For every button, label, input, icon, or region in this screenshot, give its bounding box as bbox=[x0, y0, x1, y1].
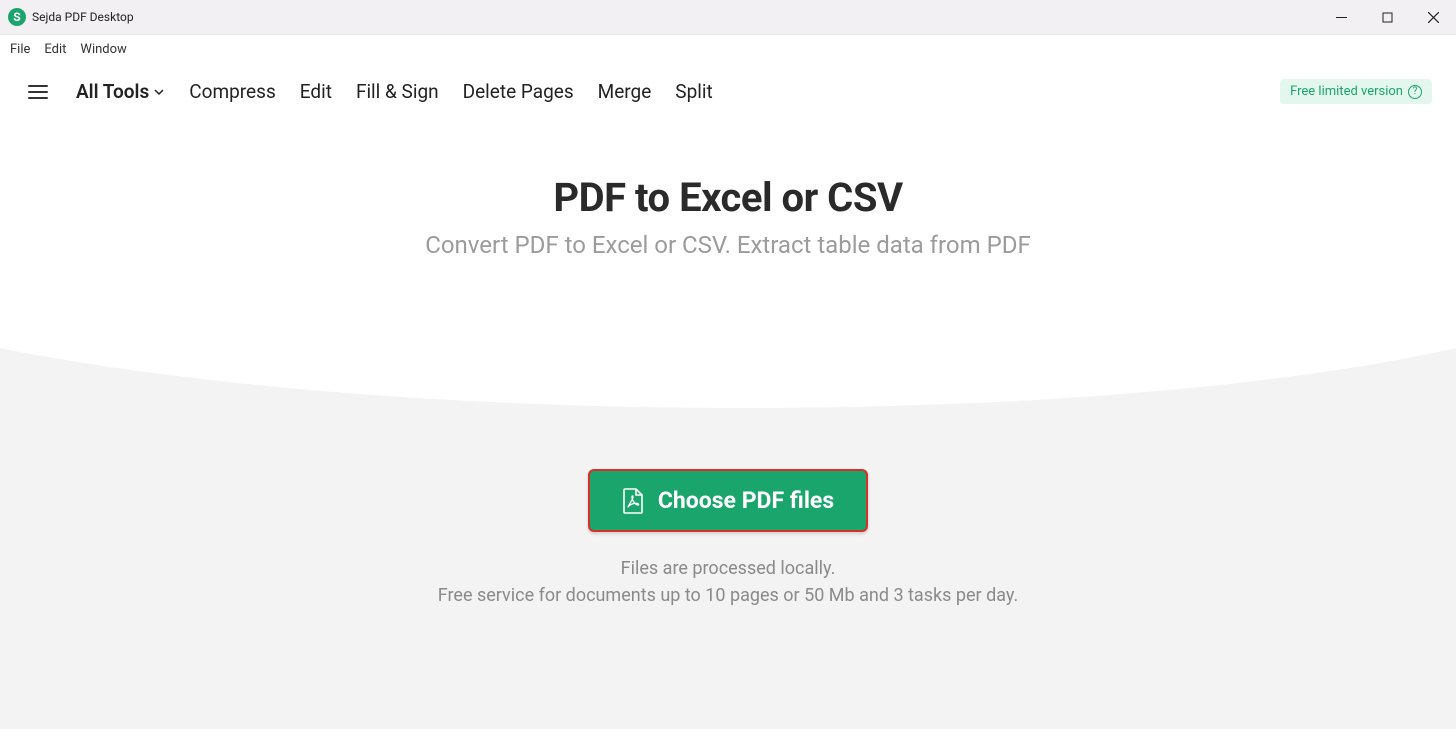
maximize-button[interactable] bbox=[1364, 0, 1410, 35]
cta-area: Choose PDF files Files are processed loc… bbox=[0, 319, 1456, 606]
chevron-down-icon bbox=[153, 86, 165, 98]
page-title: PDF to Excel or CSV bbox=[0, 174, 1456, 221]
titlebar-left: S Sejda PDF Desktop bbox=[8, 8, 134, 26]
toolbar-left: All Tools Compress Edit Fill & Sign Dele… bbox=[24, 80, 713, 103]
page-subtitle: Convert PDF to Excel or CSV. Extract tab… bbox=[0, 231, 1456, 259]
choose-files-button[interactable]: Choose PDF files bbox=[588, 469, 868, 532]
menubar: File Edit Window bbox=[0, 35, 1456, 63]
version-badge[interactable]: Free limited version ? bbox=[1280, 79, 1432, 104]
main-content: PDF to Excel or CSV Convert PDF to Excel… bbox=[0, 174, 1456, 729]
nav-merge[interactable]: Merge bbox=[598, 80, 652, 103]
info-line-2: Free service for documents up to 10 page… bbox=[0, 585, 1456, 606]
titlebar: S Sejda PDF Desktop bbox=[0, 0, 1456, 35]
menu-edit[interactable]: Edit bbox=[44, 42, 66, 57]
choose-files-label: Choose PDF files bbox=[658, 487, 834, 514]
minimize-icon bbox=[1336, 12, 1347, 23]
hamburger-button[interactable] bbox=[24, 81, 52, 103]
file-pdf-icon bbox=[622, 488, 644, 514]
app-logo-letter: S bbox=[13, 10, 20, 24]
close-button[interactable] bbox=[1410, 0, 1456, 35]
toolbar: All Tools Compress Edit Fill & Sign Dele… bbox=[0, 63, 1456, 128]
version-badge-label: Free limited version bbox=[1290, 84, 1403, 99]
nav-edit[interactable]: Edit bbox=[300, 80, 332, 103]
hero-area: Choose PDF files Files are processed loc… bbox=[0, 319, 1456, 729]
nav-fill-sign[interactable]: Fill & Sign bbox=[356, 80, 439, 103]
menu-file[interactable]: File bbox=[10, 42, 30, 57]
nav-delete-pages[interactable]: Delete Pages bbox=[463, 80, 574, 103]
minimize-button[interactable] bbox=[1318, 0, 1364, 35]
maximize-icon bbox=[1382, 12, 1393, 23]
info-line-1: Files are processed locally. bbox=[0, 558, 1456, 579]
app-title: Sejda PDF Desktop bbox=[32, 10, 134, 24]
nav-split[interactable]: Split bbox=[675, 80, 712, 103]
hamburger-icon bbox=[28, 85, 48, 87]
close-icon bbox=[1428, 12, 1439, 23]
menu-window[interactable]: Window bbox=[80, 42, 126, 57]
app-logo-icon: S bbox=[8, 8, 26, 26]
nav-all-tools-label: All Tools bbox=[76, 80, 149, 103]
help-icon: ? bbox=[1408, 85, 1422, 99]
nav-all-tools[interactable]: All Tools bbox=[76, 80, 165, 103]
nav-compress[interactable]: Compress bbox=[189, 80, 275, 103]
window-controls bbox=[1318, 0, 1456, 35]
